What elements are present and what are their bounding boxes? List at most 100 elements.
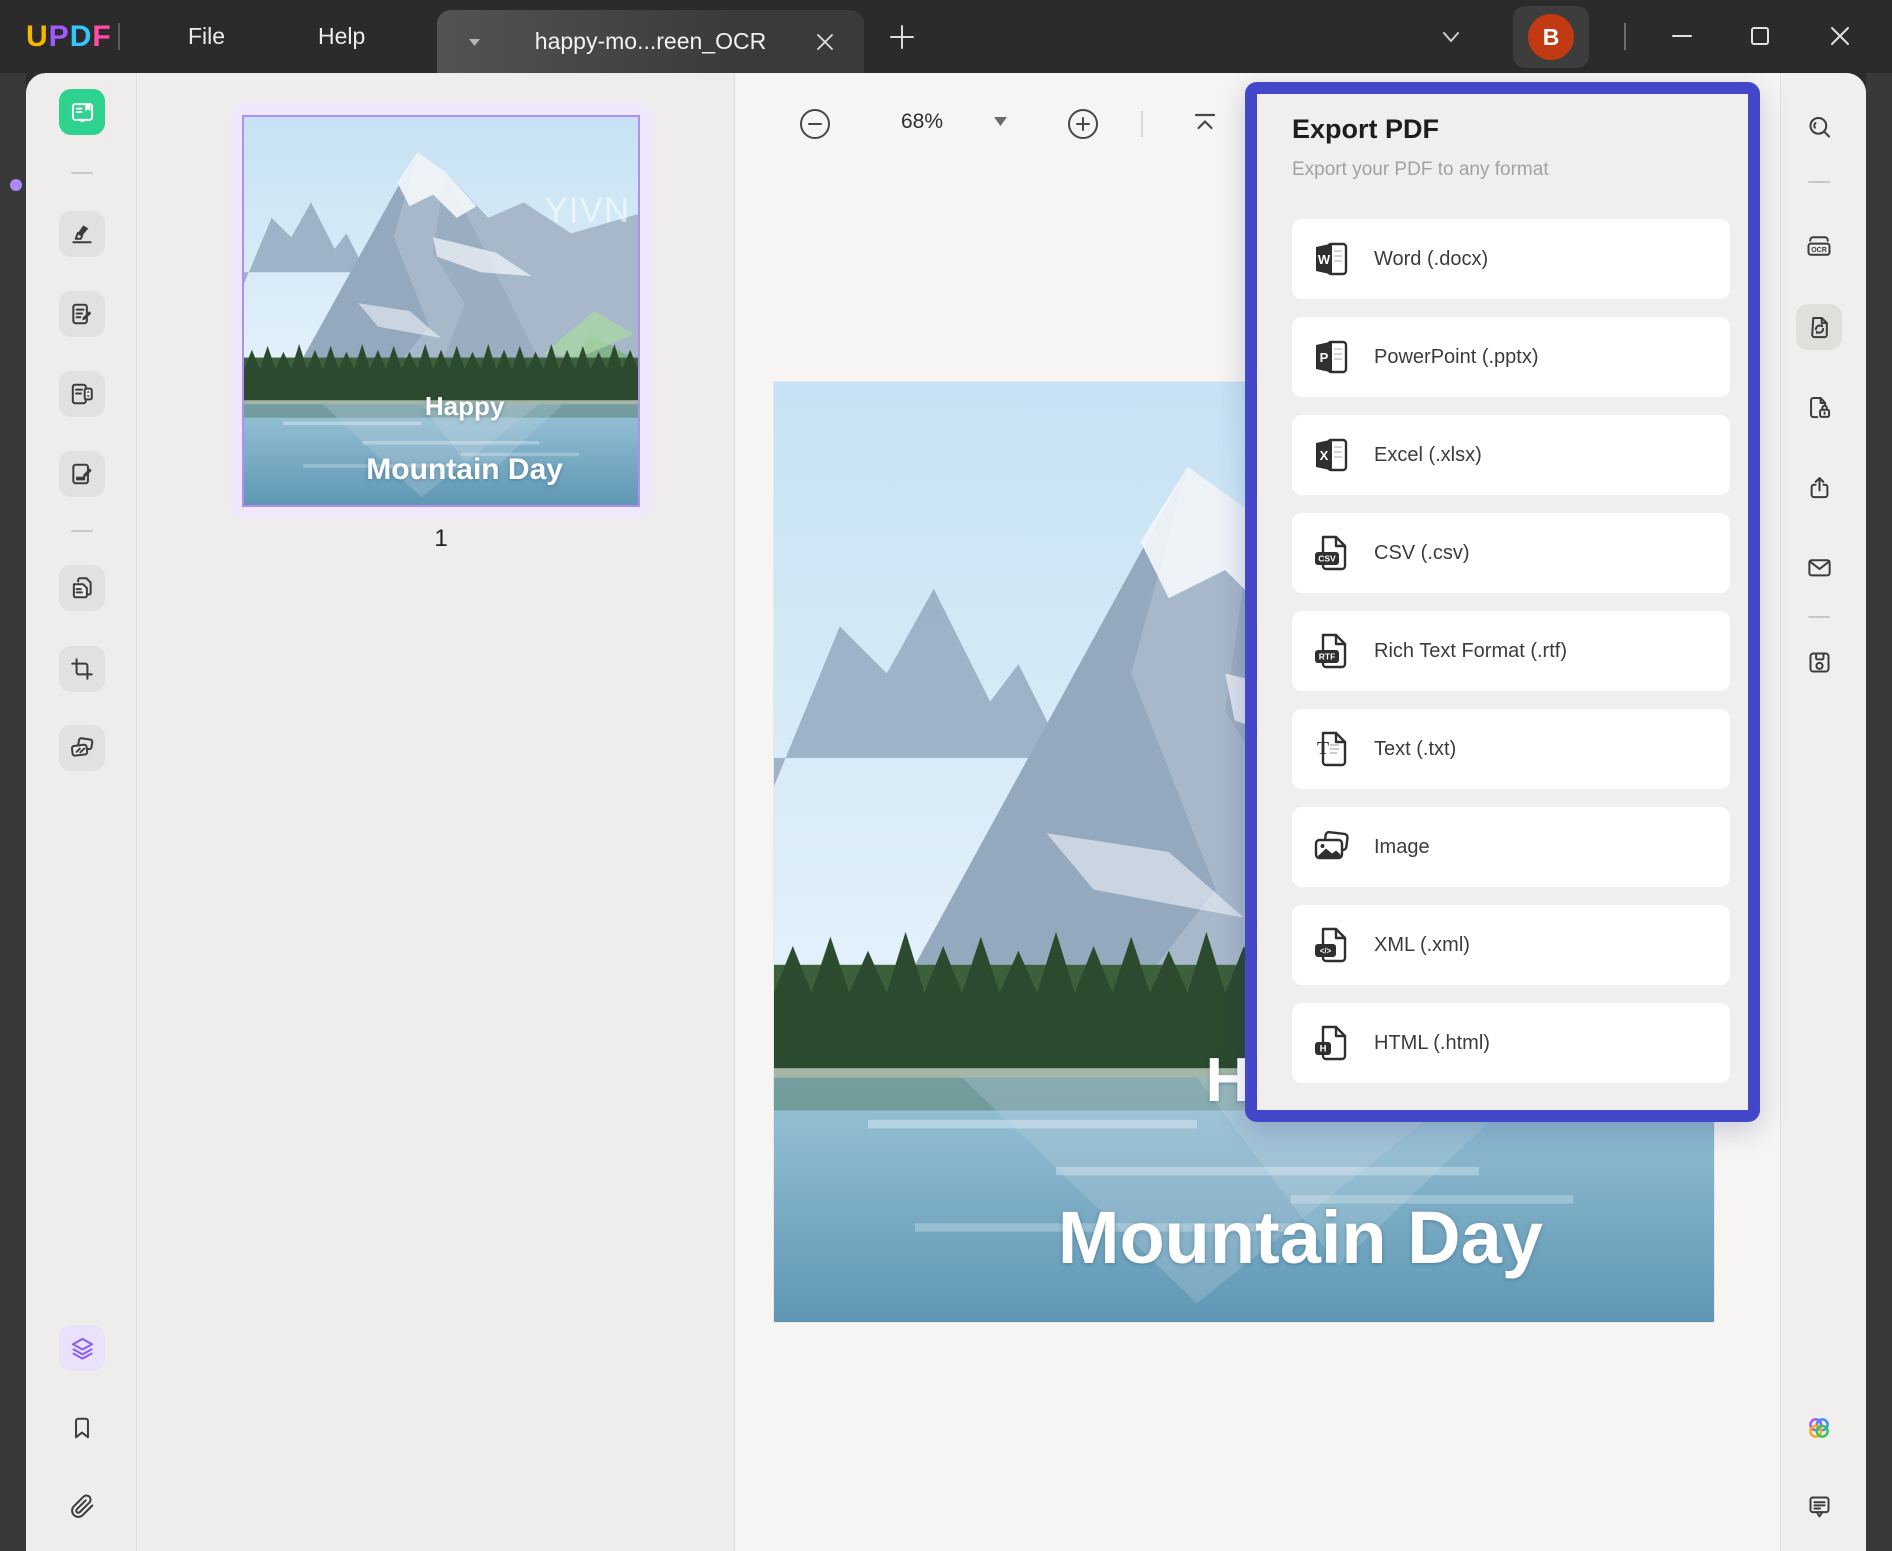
titlebar: UPDF File Help happy-mo...reen_OCR B [0,0,1892,73]
tab-title: happy-mo...reen_OCR [534,28,767,54]
highlighter-tool-button[interactable] [59,211,105,257]
titlebar-divider [1624,23,1626,50]
export-item-label: Rich Text Format (.rtf) [1374,639,1567,662]
attachment-panel-button[interactable] [59,1483,105,1529]
app-window: UPDF File Help happy-mo...reen_OCR B YIV… [0,0,1892,1551]
updf-ai-button[interactable] [1796,1405,1842,1451]
crop-tool-button[interactable] [59,646,105,692]
email-button[interactable] [1796,544,1842,590]
export-item-label: HTML (.html) [1374,1031,1490,1054]
pages-tool-button[interactable] [59,565,105,611]
export-item-label: Excel (.xlsx) [1374,443,1482,466]
right-rail-divider [1780,73,1781,1551]
rail-divider-line [1808,616,1830,618]
panel-divider [734,73,735,1551]
page-caption-line1: Happy [424,390,505,421]
close-window-button[interactable] [1818,16,1862,56]
powerpoint-file-icon: P [1312,337,1352,377]
protect-pdf-button[interactable] [1796,384,1842,430]
watermark-text: YIVN [544,190,631,230]
export-item-html[interactable]: H HTML (.html) [1292,1003,1730,1083]
excel-file-icon: X [1312,435,1352,475]
new-tab-button[interactable] [880,17,924,57]
svg-text:W: W [1318,252,1331,267]
minimize-button[interactable] [1660,16,1704,56]
toolbar-divider [1141,111,1143,137]
account-chevron-down-icon[interactable] [1438,24,1464,50]
rail-divider-line [1808,181,1830,183]
scroll-to-top-button[interactable] [1190,109,1220,139]
titlebar-divider [118,23,120,50]
export-item-label: PowerPoint (.pptx) [1374,345,1539,368]
image-file-icon [1312,827,1352,867]
left-window-edge [0,73,26,1551]
rail-divider-line [71,530,93,532]
svg-text:X: X [1320,448,1329,463]
export-item-excel[interactable]: X Excel (.xlsx) [1292,415,1730,495]
svg-text:P: P [1320,350,1329,365]
right-window-edge [1866,73,1892,1551]
page-caption-line2: Mountain Day [366,452,563,486]
csv-file-icon: CSV [1312,533,1352,573]
svg-text:H: H [1320,1044,1327,1055]
feedback-button[interactable] [1796,1483,1842,1529]
text-file-icon: T [1312,729,1352,769]
account-button[interactable]: B [1513,6,1589,68]
tab-close-icon[interactable] [812,29,838,55]
search-button[interactable] [1796,104,1842,150]
export-item-rtf[interactable]: RTF Rich Text Format (.rtf) [1292,611,1730,691]
export-panel-title: Export PDF [1292,114,1440,144]
bookmark-panel-button[interactable] [59,1405,105,1451]
export-pdf-panel: Export PDF Export your PDF to any format… [1245,82,1760,1122]
logo-letter: F [92,19,112,53]
word-file-icon: W [1312,239,1352,279]
menu-help[interactable]: Help [308,0,375,73]
svg-text:</>: </> [1320,947,1332,956]
active-tool-indicator-dot [10,179,22,191]
zoom-in-button[interactable] [1067,108,1099,140]
updf-logo: UPDF [26,0,112,73]
export-item-word[interactable]: W Word (.docx) [1292,219,1730,299]
svg-text:RTF: RTF [1319,652,1336,662]
menu-file[interactable]: File [178,0,235,73]
svg-text:OCR: OCR [1811,247,1827,254]
zoom-out-button[interactable] [799,108,831,140]
rail-divider [136,73,137,1551]
slideshow-tool-button[interactable] [59,725,105,771]
comment-tool-button[interactable] [59,291,105,337]
export-panel-subtitle: Export your PDF to any format [1292,159,1549,180]
maximize-button[interactable] [1738,16,1782,56]
export-item-label: Text (.txt) [1374,737,1457,760]
rail-divider-line [71,172,93,174]
right-toolbar-area [1780,73,1866,1551]
export-item-label: Word (.docx) [1374,247,1489,270]
html-file-icon: H [1312,1023,1352,1063]
export-format-list: W Word (.docx) P PowerPoint (.pptx) X Ex… [1292,219,1730,1083]
save-button[interactable] [1796,639,1842,685]
reader-mode-button[interactable] [59,89,105,135]
share-button[interactable] [1796,464,1842,510]
ocr-button[interactable]: OCR [1796,223,1842,269]
export-item-csv[interactable]: CSV CSV (.csv) [1292,513,1730,593]
zoom-dropdown-caret-icon[interactable] [994,117,1007,126]
thumbnail-page-number: 1 [434,525,448,552]
export-item-label: Image [1374,835,1430,858]
export-convert-button[interactable] [1796,304,1842,350]
svg-text:T: T [1317,738,1329,758]
zoom-level-display[interactable]: 68% [884,110,960,134]
content-area: YIVN Happy Mountain Day 1 68% Mountain D… [26,73,1866,1551]
export-item-xml[interactable]: </> XML (.xml) [1292,905,1730,985]
page-caption-line2: Mountain Day [1057,1196,1543,1280]
page-thumbnail[interactable]: YIVN Happy Mountain Day [242,115,640,507]
avatar: B [1528,14,1574,60]
edit-pdf-button[interactable] [59,451,105,497]
document-tab[interactable]: happy-mo...reen_OCR [437,10,864,73]
layers-panel-button[interactable] [59,1325,105,1371]
export-item-label: CSV (.csv) [1374,541,1470,564]
logo-letter: P [48,19,70,53]
export-item-text[interactable]: T Text (.txt) [1292,709,1730,789]
logo-letter: D [69,19,93,53]
export-item-image[interactable]: Image [1292,807,1730,887]
export-item-powerpoint[interactable]: P PowerPoint (.pptx) [1292,317,1730,397]
organize-pages-button[interactable] [59,371,105,417]
